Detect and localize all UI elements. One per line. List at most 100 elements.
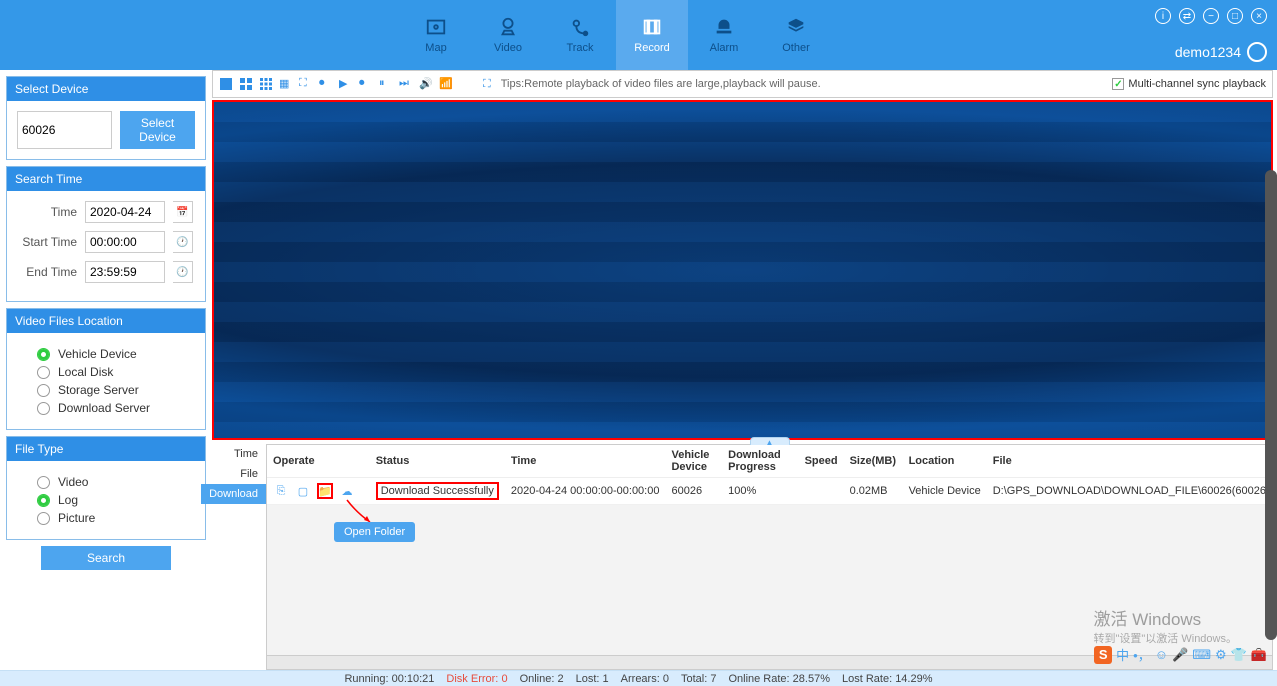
tab-alarm[interactable]: Alarm (688, 0, 760, 70)
col-location: Location (903, 445, 987, 478)
radio-local-disk[interactable]: Local Disk (37, 365, 195, 379)
download-icon[interactable]: ⎘ (273, 483, 289, 499)
select-device-button[interactable]: Select Device (120, 111, 195, 149)
clock-icon[interactable]: 🕐 (173, 231, 193, 253)
grid16-icon[interactable]: ▦ (279, 77, 293, 91)
open-folder-button[interactable]: 📁 (317, 483, 333, 499)
file-icon[interactable]: ▢ (295, 483, 311, 499)
clock-icon[interactable]: 🕐 (173, 261, 193, 283)
ime-skin-icon[interactable]: 👕 (1231, 647, 1247, 663)
multi-sync-checkbox[interactable]: ✓ Multi-channel sync playback (1112, 78, 1266, 90)
user-info[interactable]: demo1234 (1175, 42, 1267, 62)
download-table-area: ▲ Operate Status Time Vehicle Device Dow… (266, 444, 1273, 670)
cloud-icon[interactable]: ☁ (339, 483, 355, 499)
signal-icon[interactable]: 📶 (439, 77, 453, 91)
location-panel: Video Files Location Vehicle Device Loca… (6, 308, 206, 430)
username: demo1234 (1175, 44, 1241, 60)
record-icon[interactable]: ⏺ (359, 77, 373, 91)
side-tab-download[interactable]: Download (201, 484, 266, 504)
radio-label: Picture (58, 511, 95, 525)
ime-punct-icon[interactable]: •， (1133, 645, 1151, 664)
lost-rate-status: Lost Rate: 14.29% (842, 673, 933, 685)
radio-icon (37, 512, 50, 525)
ime-logo-icon[interactable]: S (1094, 646, 1112, 664)
fullscreen-icon[interactable]: ⛶ (299, 77, 313, 91)
side-tab-file[interactable]: File (232, 464, 266, 484)
file-cell: D:\GPS_DOWNLOAD\DOWNLOAD_FILE\60026(6002… (987, 478, 1272, 505)
col-speed: Speed (799, 445, 844, 478)
grid9-icon[interactable] (259, 77, 273, 91)
ime-mic-icon[interactable]: 🎤 (1172, 647, 1188, 663)
col-vehicle: Vehicle Device (665, 445, 722, 478)
radio-video[interactable]: Video (37, 475, 195, 489)
radio-picture[interactable]: Picture (37, 511, 195, 525)
open-folder-tooltip: Open Folder (334, 522, 415, 542)
online-rate-status: Online Rate: 28.57% (728, 673, 830, 685)
alarm-icon (711, 16, 737, 38)
search-time-title: Search Time (7, 167, 205, 191)
stop-icon[interactable] (219, 77, 233, 91)
arrears-status: Arrears: 0 (621, 673, 669, 685)
maximize-icon[interactable]: □ (1227, 8, 1243, 24)
col-time: Time (505, 445, 666, 478)
tips-text: Tips:Remote playback of video files are … (501, 78, 821, 90)
search-button[interactable]: Search (41, 546, 171, 570)
table-empty-area (267, 505, 1272, 655)
tab-track[interactable]: Track (544, 0, 616, 70)
select-device-panel: Select Device Select Device (6, 76, 206, 160)
table-row[interactable]: ⎘ ▢ 📁 ☁ Download Successfully 2020-04-24… (267, 478, 1272, 505)
playback-toolbar: ▦ ⛶ ⏺ ▶ ⏺ ⏸ ⏭ 🔊 📶 ⛶ Tips:Remote playback… (212, 70, 1273, 98)
track-icon (567, 16, 593, 38)
tab-other[interactable]: Other (760, 0, 832, 70)
expand-icon[interactable]: ⛶ (483, 78, 491, 91)
minimize-icon[interactable]: − (1203, 8, 1219, 24)
col-status: Status (370, 445, 505, 478)
video-preview-area[interactable] (212, 100, 1273, 440)
multi-sync-label: Multi-channel sync playback (1128, 78, 1266, 90)
start-time-input[interactable] (85, 231, 165, 253)
info-icon[interactable]: i (1155, 8, 1171, 24)
content-area: ▦ ⛶ ⏺ ▶ ⏺ ⏸ ⏭ 🔊 📶 ⛶ Tips:Remote playback… (212, 70, 1277, 670)
ime-lang-icon[interactable]: 中 (1116, 645, 1129, 664)
close-icon[interactable]: × (1251, 8, 1267, 24)
bottom-section: Time File Download ▲ Operate Status Time… (212, 444, 1273, 670)
ime-toolbox-icon[interactable]: 🧰 (1251, 647, 1267, 663)
next-icon[interactable]: ⏭ (399, 77, 413, 91)
ime-settings-icon[interactable]: ⚙ (1215, 647, 1227, 663)
radio-label: Download Server (58, 401, 150, 415)
tab-map[interactable]: Map (400, 0, 472, 70)
total-status: Total: 7 (681, 673, 716, 685)
radio-storage-server[interactable]: Storage Server (37, 383, 195, 397)
sound-icon[interactable]: 🔊 (419, 77, 433, 91)
end-time-input[interactable] (85, 261, 165, 283)
status-bar: Running: 00:10:21 Disk Error: 0 Online: … (0, 670, 1277, 686)
pause-icon[interactable]: ⏸ (379, 77, 393, 91)
app-header: Map Video Track Record Alarm Other i ⇄ −… (0, 0, 1277, 70)
play-icon[interactable]: ▶ (339, 77, 353, 91)
calendar-icon[interactable]: 📅 (173, 201, 193, 223)
swap-icon[interactable]: ⇄ (1179, 8, 1195, 24)
radio-download-server[interactable]: Download Server (37, 401, 195, 415)
search-time-panel: Search Time Time 📅 Start Time 🕐 End Time… (6, 166, 206, 302)
tab-video[interactable]: Video (472, 0, 544, 70)
date-input[interactable] (85, 201, 165, 223)
col-progress: Download Progress (722, 445, 798, 478)
radio-vehicle-device[interactable]: Vehicle Device (37, 347, 195, 361)
device-input[interactable] (17, 111, 112, 149)
radio-log[interactable]: Log (37, 493, 195, 507)
expand-handle[interactable]: ▲ (750, 437, 790, 445)
ime-smile-icon[interactable]: ☺ (1155, 647, 1168, 662)
grid4-icon[interactable] (239, 77, 253, 91)
vehicle-cell: 60026 (665, 478, 722, 505)
tab-record[interactable]: Record (616, 0, 688, 70)
speed-cell (799, 478, 844, 505)
camera-icon[interactable]: ⏺ (319, 77, 333, 91)
radio-icon (37, 494, 50, 507)
ime-keyboard-icon[interactable]: ⌨ (1192, 647, 1211, 663)
file-type-title: File Type (7, 437, 205, 461)
vertical-scrollbar[interactable] (1265, 170, 1277, 640)
operate-icons: ⎘ ▢ 📁 ☁ (273, 483, 364, 499)
video-icon (495, 16, 521, 38)
side-tab-time[interactable]: Time (226, 444, 266, 464)
avatar-icon (1247, 42, 1267, 62)
